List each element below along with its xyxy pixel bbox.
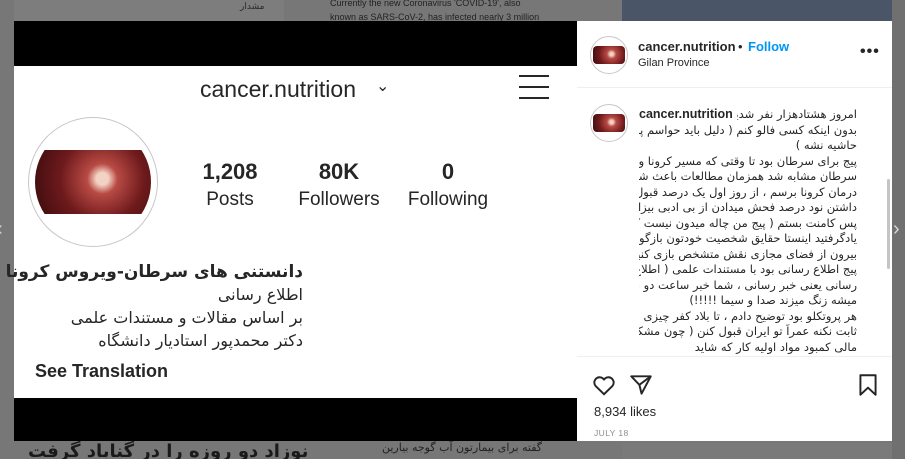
avatar[interactable] xyxy=(590,104,628,142)
next-post-arrow-icon[interactable]: › xyxy=(893,218,900,241)
background-article-line: Currently the new Coronavirus 'COVID-19'… xyxy=(330,0,521,8)
cancer-cell-image xyxy=(35,124,151,240)
stat-followers-label: Followers xyxy=(298,189,380,210)
caption-line: مالی کمبود مواد اولیه کار که شاید xyxy=(694,339,857,354)
screenshot-avatar xyxy=(28,117,158,247)
share-paper-plane-icon[interactable] xyxy=(628,372,654,398)
screenshot-bio: دانستنی های سرطان-ویروس کرونا اطلاع رسان… xyxy=(6,261,303,352)
background-bottom-right xyxy=(622,443,892,459)
stat-posts-label: Posts xyxy=(206,189,254,210)
caption-line: داشتن نود درصد فحش میدادن از بی ادبی بیز… xyxy=(639,200,857,214)
caption-line: بدون اینکه کسی فالو کنم ( دلیل باید حواس… xyxy=(639,122,857,137)
background-headline: نوزاد دو روزه را در گناباد گرفت xyxy=(28,441,309,459)
caption-line: بیرون از فضای مجازی نقش متشخص بازی کنید … xyxy=(639,246,857,261)
avatar[interactable] xyxy=(590,36,628,74)
separator-dot: • xyxy=(738,39,743,54)
bio-line: اطلاع رسانی xyxy=(217,285,303,304)
post-media[interactable]: cancer.nutrition ⌄ 1,208 Posts 80K Follo… xyxy=(6,21,577,441)
stat-following: 0 Following xyxy=(404,159,492,211)
caption-line: پس کامنت بستم ( پیج من چاله میدون نیست ک… xyxy=(639,215,857,230)
post-date[interactable]: JULY 18 xyxy=(594,428,629,438)
stat-posts-count: 1,208 xyxy=(202,159,258,184)
caption-line: پیج اطلاع رسانی بود با مستندات علمی ( اط… xyxy=(639,262,857,276)
prev-post-arrow-icon[interactable]: ‹ xyxy=(0,218,3,241)
caption-line: میشه زنگ میزند صدا و سیما !!!!!) xyxy=(689,293,857,307)
heart-icon[interactable] xyxy=(591,372,617,398)
caption-text: cancer.nutrition امروز هشتادهزار نفر شدی… xyxy=(639,107,857,355)
profile-screenshot: cancer.nutrition ⌄ 1,208 Posts 80K Follo… xyxy=(6,66,577,398)
post-header: cancer.nutrition • Follow Gilan Province… xyxy=(577,21,892,88)
post-modal: cancer.nutrition ⌄ 1,208 Posts 80K Follo… xyxy=(6,21,892,441)
background-caption: گفته برای بیمارتون آب گوجه بیارین xyxy=(382,441,543,454)
caption-line: یادگرفتید اینستا حقایق شخصیت خودتون بازگ… xyxy=(639,231,857,245)
caption-line: امروز هشتادهزار نفر شدیم xyxy=(736,107,857,121)
stat-followers-count: 80K xyxy=(318,159,360,184)
bio-name: دانستنی های سرطان-ویروس کرونا xyxy=(5,262,303,282)
bio-line: دکتر محمدپور استادیار دانشگاه xyxy=(98,331,303,350)
comments-scrollbar[interactable] xyxy=(887,179,890,269)
post-actions: 8,934 likes JULY 18 xyxy=(577,356,892,441)
chevron-down-icon: ⌄ xyxy=(376,78,390,95)
bio-line: بر اساس مقالات و مستندات علمی xyxy=(70,308,303,327)
caption-line: رسانی یعنی خبر رسانی ، شما خبر ساعت دو ن… xyxy=(639,277,857,292)
caption-username-link[interactable]: cancer.nutrition xyxy=(639,107,733,123)
see-translation-text: See Translation xyxy=(35,361,169,381)
likes-count[interactable]: 8,934 likes xyxy=(594,404,656,419)
bookmark-icon[interactable] xyxy=(855,372,881,398)
screenshot-username: cancer.nutrition xyxy=(200,76,356,102)
more-options-icon[interactable]: ••• xyxy=(860,43,880,61)
follow-button[interactable]: Follow xyxy=(748,39,789,54)
hamburger-menu-icon xyxy=(519,75,549,99)
stat-following-count: 0 xyxy=(441,159,455,184)
stat-followers: 80K Followers xyxy=(294,159,384,211)
stat-posts: 1,208 Posts xyxy=(194,159,266,211)
caption-line: پیج برای سرطان بود تا وقتی که مسیر کرونا… xyxy=(639,153,857,168)
caption-line: سرطان مشابه شد همزمان مطالعات باعث شد به xyxy=(639,169,857,183)
caption-line: حاشیه نشه ) xyxy=(795,138,857,152)
caption-line: ثابت نکنه عمراً تو ایران قبول کنن ( چون … xyxy=(639,324,857,338)
background-side-label: مشدار xyxy=(240,2,265,12)
caption-line: درمان کرونا برسم ، از روز اول یک درصد قب… xyxy=(639,184,857,199)
caption-line: هر پروتکلو بود توضیح دادم ، تا بلاد کفر … xyxy=(643,308,858,323)
background-photo xyxy=(622,0,892,22)
location-link[interactable]: Gilan Province xyxy=(638,57,710,69)
post-sidebar: cancer.nutrition • Follow Gilan Province… xyxy=(577,21,892,441)
stat-following-label: Following xyxy=(407,189,489,210)
comments-panel[interactable]: cancer.nutrition امروز هشتادهزار نفر شدی… xyxy=(577,89,892,356)
post-username-link[interactable]: cancer.nutrition xyxy=(638,39,736,54)
